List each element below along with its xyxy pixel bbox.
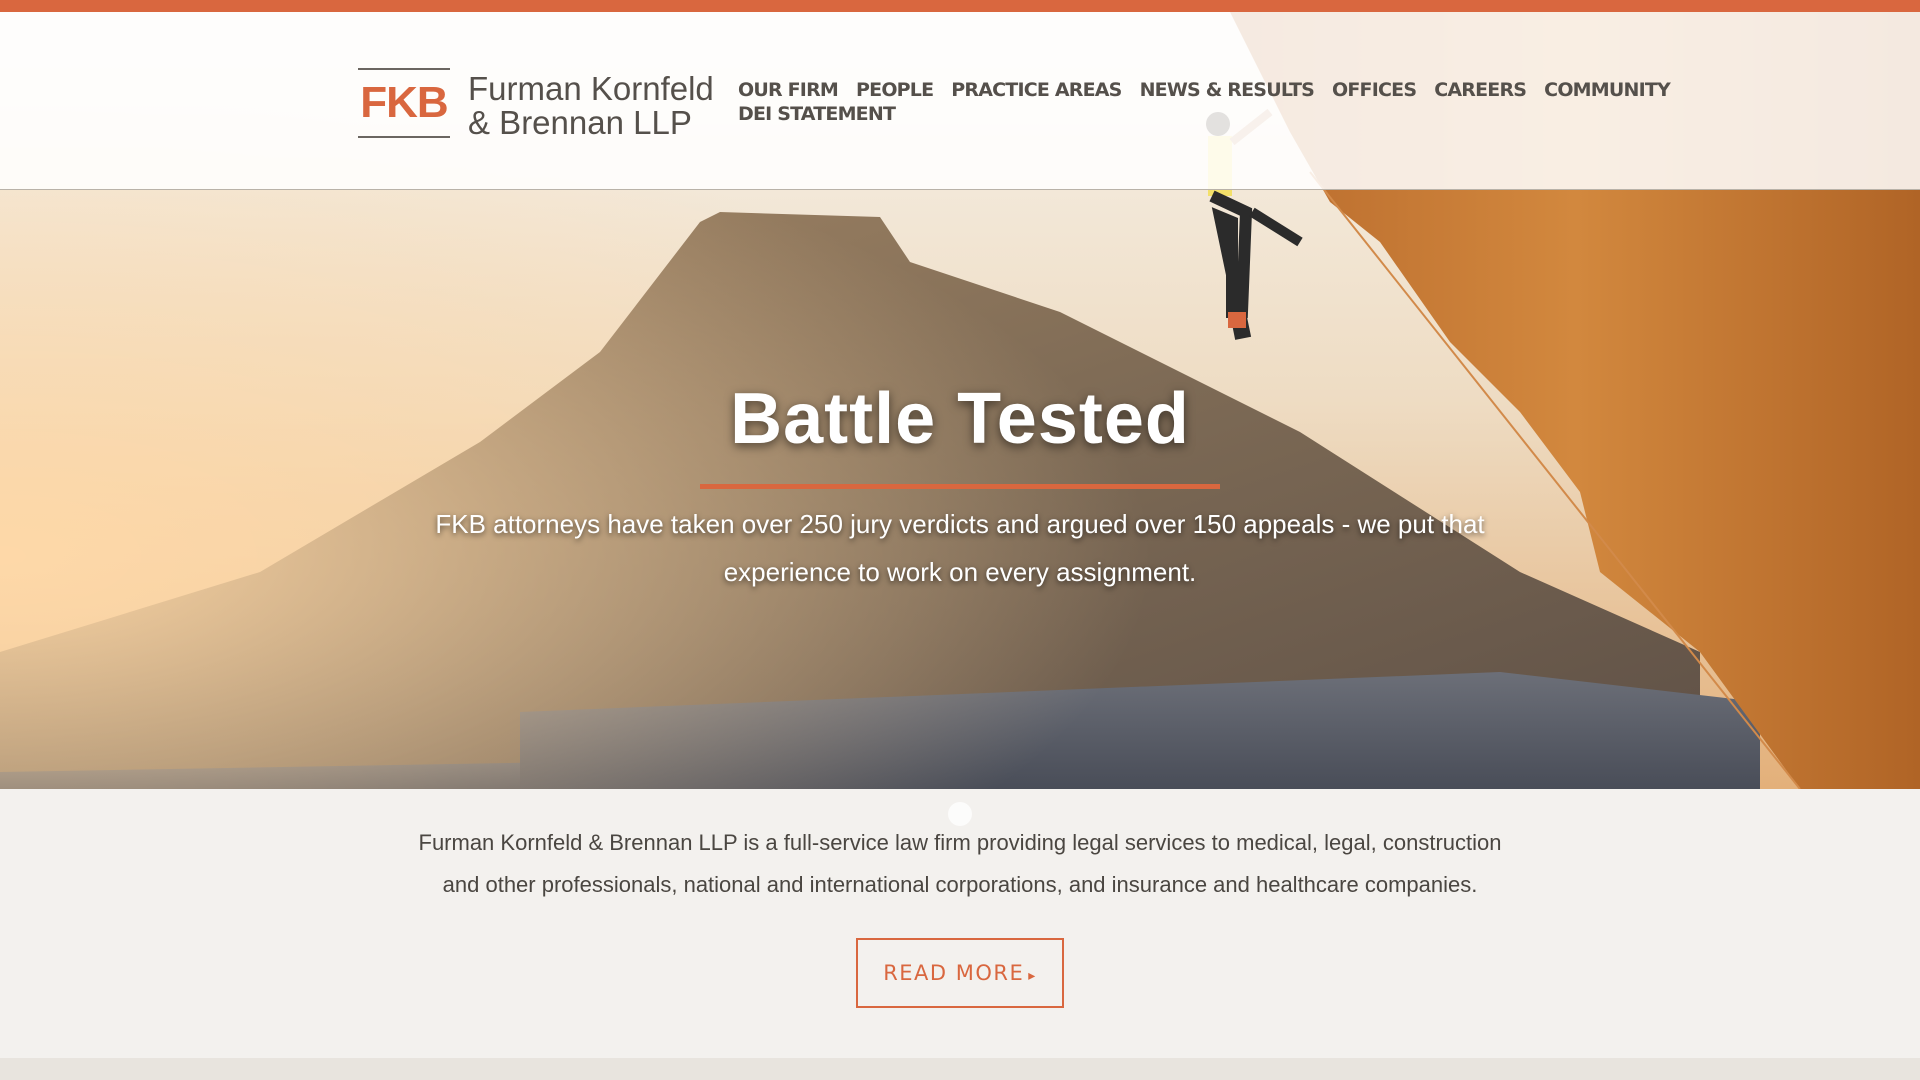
top-accent-bar [0, 0, 1920, 12]
intro-text: Furman Kornfeld & Brennan LLP is a full-… [340, 822, 1580, 906]
nav-item-community[interactable]: COMMUNITY [1544, 78, 1671, 102]
hero-subtitle: FKB attorneys have taken over 250 jury v… [360, 500, 1560, 596]
site-logo[interactable]: FKB Furman Kornfeld & Brennan LLP [358, 68, 738, 142]
nav-item-people[interactable]: PEOPLE [856, 78, 934, 102]
hero-subtitle-line1: FKB attorneys have taken over 250 jury v… [435, 509, 1485, 539]
nav-item-offices[interactable]: OFFICES [1332, 78, 1417, 102]
intro-line2: and other professionals, national and in… [442, 872, 1478, 897]
read-more-button[interactable]: READ MORE ▸ [856, 938, 1064, 1008]
nav-item-careers[interactable]: CAREERS [1434, 78, 1527, 102]
hero-title: Battle Tested [730, 379, 1190, 459]
site-header: FKB Furman Kornfeld & Brennan LLP OUR FI… [0, 12, 1920, 190]
logo-mark: FKB [358, 68, 450, 138]
nav-item-news-results[interactable]: NEWS & RESULTS [1140, 78, 1315, 102]
carousel-dot-icon[interactable] [948, 802, 972, 826]
nav-item-dei-statement[interactable]: DEI STATEMENT [738, 102, 896, 126]
logo-name-line2: & Brennan LLP [468, 104, 692, 141]
logo-name-line1: Furman Kornfeld [468, 70, 714, 107]
hero-subtitle-line2: experience to work on every assignment. [723, 557, 1197, 587]
main-nav-row-2: DEI STATEMENT [738, 102, 1538, 126]
caret-right-icon: ▸ [1028, 968, 1037, 984]
section-divider-band [0, 1058, 1920, 1080]
read-more-label: READ MORE [883, 961, 1025, 985]
logo-wordmark: Furman Kornfeld & Brennan LLP [468, 72, 714, 140]
hero-divider [700, 484, 1220, 489]
nav-item-practice-areas[interactable]: PRACTICE AREAS [951, 78, 1122, 102]
main-nav-row-1: OUR FIRM PEOPLE PRACTICE AREAS NEWS & RE… [738, 78, 1671, 102]
main-nav: OUR FIRM PEOPLE PRACTICE AREAS NEWS & RE… [738, 78, 1671, 126]
nav-item-our-firm[interactable]: OUR FIRM [738, 78, 839, 102]
intro-line1: Furman Kornfeld & Brennan LLP is a full-… [418, 830, 1502, 855]
